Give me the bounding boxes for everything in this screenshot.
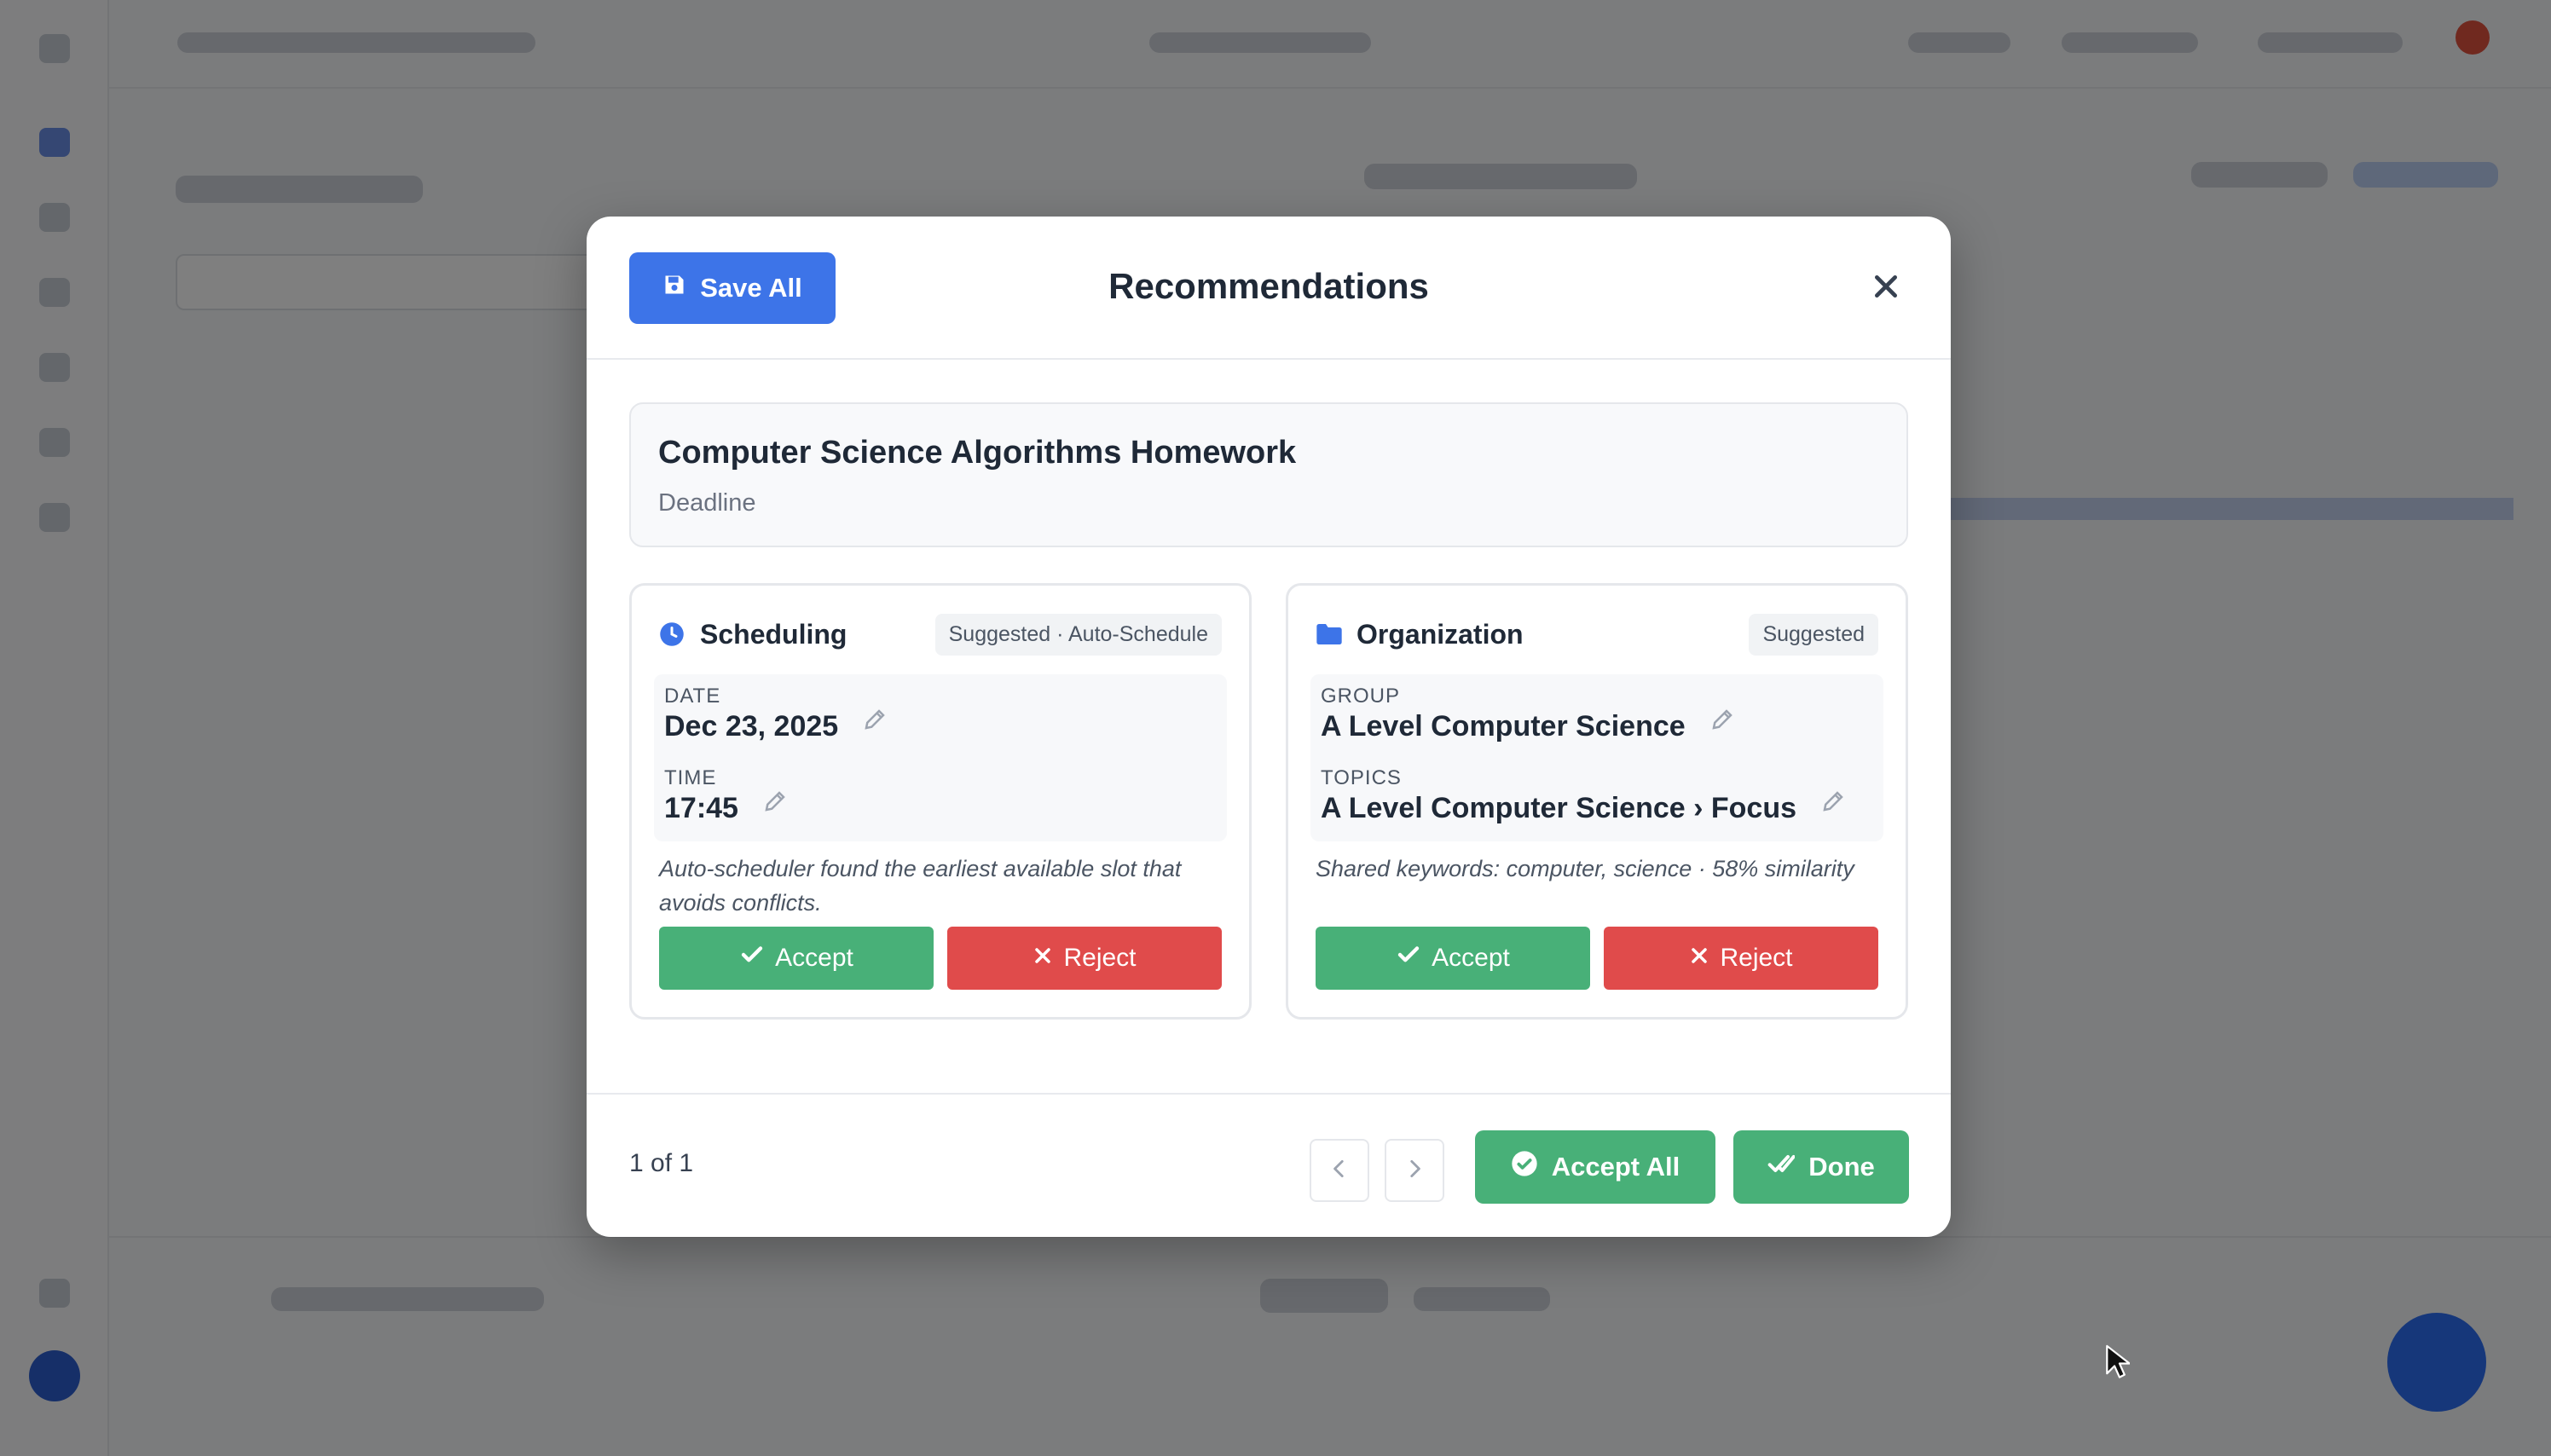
group-label: GROUP	[1321, 685, 1401, 708]
chevron-right-icon	[1403, 1158, 1426, 1184]
organization-accept-button[interactable]: Accept	[1316, 927, 1590, 990]
double-check-icon	[1767, 1150, 1796, 1184]
scheduling-title: Scheduling	[700, 618, 847, 650]
close-button[interactable]	[1864, 266, 1908, 310]
edit-time-pencil-icon[interactable]	[762, 789, 788, 814]
next-button[interactable]	[1385, 1139, 1444, 1202]
date-value: Dec 23, 2025	[664, 710, 839, 742]
scheduling-note: Auto-scheduler found the earliest availa…	[659, 856, 1182, 916]
time-value-row: 17:45	[664, 789, 788, 825]
organization-header: Organization Suggested	[1316, 610, 1878, 659]
date-label: DATE	[664, 685, 721, 708]
organization-card: Organization Suggested GROUP A Level Com…	[1286, 583, 1908, 1020]
edit-topics-pencil-icon[interactable]	[1820, 789, 1846, 814]
close-icon	[1872, 273, 1900, 304]
time-value: 17:45	[664, 792, 738, 824]
time-label: TIME	[664, 766, 717, 789]
organization-fields: GROUP A Level Computer Science TOPICS A …	[1310, 674, 1883, 841]
done-button[interactable]: Done	[1733, 1130, 1909, 1204]
modal-footer: 1 of 1 Accept All Done	[587, 1093, 1951, 1237]
accept-all-button[interactable]: Accept All	[1475, 1130, 1715, 1204]
accept-all-label: Accept All	[1551, 1152, 1680, 1182]
reject-label: Reject	[1720, 944, 1793, 972]
mouse-cursor-icon	[2104, 1343, 2131, 1385]
modal-header: Save All Recommendations	[587, 217, 1951, 360]
task-summary-card: Computer Science Algorithms Homework Dea…	[629, 402, 1908, 547]
x-icon	[1689, 944, 1709, 973]
task-title: Computer Science Algorithms Homework	[658, 435, 1297, 471]
scheduling-card: Scheduling Suggested · Auto-Schedule DAT…	[629, 583, 1252, 1020]
folder-icon	[1316, 621, 1343, 648]
topics-value-row: A Level Computer Science › Focus	[1321, 789, 1846, 825]
recommendations-modal: Save All Recommendations Computer Scienc…	[587, 217, 1951, 1237]
x-icon	[1033, 944, 1053, 973]
scheduling-fields: DATE Dec 23, 2025 TIME 17:45	[654, 674, 1227, 841]
organization-badge: Suggested	[1749, 613, 1878, 656]
task-type: Deadline	[658, 489, 756, 517]
accept-label: Accept	[775, 944, 853, 972]
edit-date-pencil-icon[interactable]	[862, 707, 888, 732]
accept-label: Accept	[1432, 944, 1510, 972]
group-value: A Level Computer Science	[1321, 710, 1686, 742]
date-value-row: Dec 23, 2025	[664, 707, 888, 743]
scheduling-reject-button[interactable]: Reject	[947, 927, 1222, 990]
done-label: Done	[1808, 1152, 1875, 1182]
modal-title: Recommendations	[1108, 266, 1429, 306]
edit-group-pencil-icon[interactable]	[1709, 707, 1735, 732]
scheduling-badge: Suggested · Auto-Schedule	[934, 613, 1222, 656]
check-icon	[1396, 942, 1421, 974]
reject-label: Reject	[1063, 944, 1137, 972]
scheduling-header: Scheduling Suggested · Auto-Schedule	[659, 610, 1222, 659]
previous-button[interactable]	[1310, 1139, 1369, 1202]
organization-note: Shared keywords: computer, science · 58%…	[1316, 856, 1854, 881]
organization-title: Organization	[1356, 618, 1524, 650]
clock-icon	[659, 621, 686, 648]
check-icon	[739, 942, 765, 974]
organization-reject-button[interactable]: Reject	[1604, 927, 1878, 990]
topics-value: A Level Computer Science › Focus	[1321, 792, 1796, 824]
group-value-row: A Level Computer Science	[1321, 707, 1735, 743]
check-circle-icon	[1511, 1150, 1538, 1184]
topics-label: TOPICS	[1321, 766, 1402, 789]
pager-text: 1 of 1	[629, 1149, 694, 1177]
scheduling-accept-button[interactable]: Accept	[659, 927, 934, 990]
chevron-left-icon	[1328, 1158, 1351, 1184]
